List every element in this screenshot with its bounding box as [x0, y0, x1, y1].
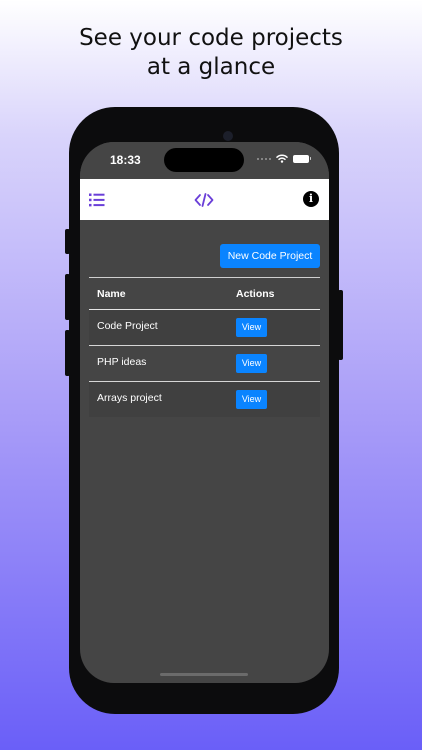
list-menu-button[interactable]	[88, 192, 106, 208]
view-button[interactable]: View	[236, 390, 267, 409]
new-code-project-button[interactable]: New Code Project	[220, 244, 320, 268]
front-camera-icon	[223, 131, 233, 141]
table-row: PHP ideas View	[89, 346, 320, 382]
top-navbar: i	[80, 179, 329, 220]
projects-table: Name Actions Code Project View PHP ideas…	[89, 277, 320, 417]
project-name-cell: Code Project	[97, 320, 158, 332]
status-icons	[257, 154, 311, 163]
table-header: Name Actions	[89, 278, 320, 310]
home-indicator[interactable]	[160, 673, 248, 676]
column-header-actions: Actions	[236, 288, 275, 300]
view-button[interactable]: View	[236, 318, 267, 337]
app-screen: 18:33 i New Code Project Name Actions Co…	[80, 142, 329, 683]
info-button[interactable]: i	[303, 191, 319, 207]
code-brackets-icon	[194, 193, 214, 207]
table-row: Arrays project View	[89, 382, 320, 417]
signal-icon	[257, 157, 271, 160]
status-time: 18:33	[110, 153, 141, 167]
headline-line-1: See your code projects	[79, 25, 343, 51]
table-body: Code Project View PHP ideas View Arrays …	[89, 310, 320, 417]
dynamic-island	[164, 148, 244, 172]
view-button[interactable]: View	[236, 354, 267, 373]
list-menu-icon	[89, 193, 105, 207]
info-icon: i	[308, 192, 314, 205]
table-row: Code Project View	[89, 310, 320, 346]
headline-line-2: at a glance	[146, 54, 276, 80]
column-header-name: Name	[97, 288, 126, 300]
status-bar: 18:33	[80, 142, 329, 178]
wifi-icon	[276, 154, 288, 163]
marketing-headline: See your code projects at a glance	[0, 24, 422, 82]
home-logo-button[interactable]	[194, 192, 214, 208]
project-name-cell: PHP ideas	[97, 356, 147, 368]
project-name-cell: Arrays project	[97, 392, 162, 404]
battery-icon	[293, 154, 311, 163]
